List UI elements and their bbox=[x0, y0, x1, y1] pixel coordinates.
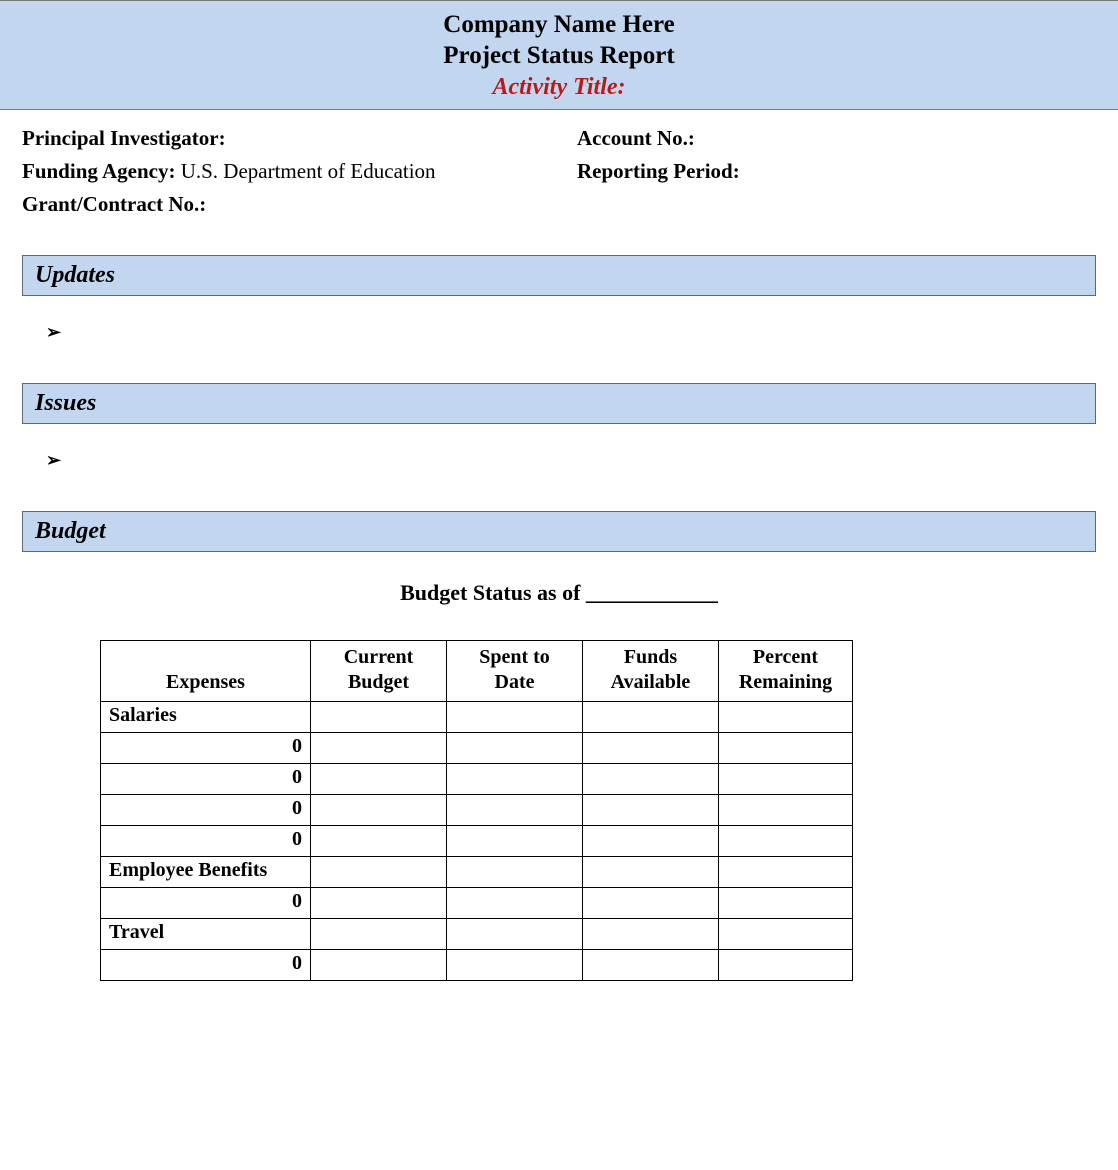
table-row: 0 bbox=[101, 825, 853, 856]
header-funds-available: FundsAvailable bbox=[583, 640, 719, 701]
budget-title: Budget bbox=[35, 518, 106, 544]
budget-table: Expenses CurrentBudget Spent toDate Fund… bbox=[100, 640, 853, 981]
account-no-label: Account No.: bbox=[577, 126, 695, 150]
table-row: 0 bbox=[101, 887, 853, 918]
header-percent-remaining: PercentRemaining bbox=[719, 640, 853, 701]
budget-cell[interactable] bbox=[447, 763, 583, 794]
principal-investigator-label: Principal Investigator: bbox=[22, 126, 226, 150]
budget-cell[interactable] bbox=[583, 918, 719, 949]
budget-cell[interactable] bbox=[311, 701, 447, 732]
budget-cell[interactable] bbox=[311, 732, 447, 763]
budget-status-line: Budget Status as of ____________ bbox=[0, 552, 1118, 616]
budget-cell[interactable] bbox=[447, 918, 583, 949]
updates-section-header: Updates bbox=[22, 255, 1096, 296]
table-row: 0 bbox=[101, 732, 853, 763]
report-title: Project Status Report bbox=[0, 40, 1118, 71]
budget-cell[interactable] bbox=[311, 918, 447, 949]
budget-cell[interactable] bbox=[583, 949, 719, 980]
budget-cell[interactable] bbox=[583, 856, 719, 887]
account-no-row: Account No.: bbox=[577, 126, 1096, 151]
table-row: 0 bbox=[101, 763, 853, 794]
arrow-bullet-icon: ➢ bbox=[46, 322, 61, 342]
budget-cell[interactable] bbox=[311, 949, 447, 980]
issues-section-header: Issues bbox=[22, 383, 1096, 424]
updates-title: Updates bbox=[35, 262, 115, 288]
reporting-period-row: Reporting Period: bbox=[577, 159, 1096, 184]
budget-cell[interactable] bbox=[719, 887, 853, 918]
budget-cell[interactable] bbox=[311, 887, 447, 918]
budget-cell[interactable] bbox=[583, 825, 719, 856]
header-current-budget: CurrentBudget bbox=[311, 640, 447, 701]
funding-agency-value[interactable]: U.S. Department of Education bbox=[181, 159, 436, 183]
budget-table-header-row: Expenses CurrentBudget Spent toDate Fund… bbox=[101, 640, 853, 701]
expense-label-cell[interactable]: 0 bbox=[101, 732, 311, 763]
table-row: 0 bbox=[101, 949, 853, 980]
table-row: Salaries bbox=[101, 701, 853, 732]
budget-cell[interactable] bbox=[719, 949, 853, 980]
budget-cell[interactable] bbox=[311, 825, 447, 856]
expense-label-cell[interactable]: Employee Benefits bbox=[101, 856, 311, 887]
budget-cell[interactable] bbox=[311, 763, 447, 794]
budget-cell[interactable] bbox=[583, 794, 719, 825]
budget-cell[interactable] bbox=[583, 732, 719, 763]
expense-label-cell[interactable]: 0 bbox=[101, 825, 311, 856]
info-block: Principal Investigator: Funding Agency: … bbox=[0, 110, 1118, 233]
budget-cell[interactable] bbox=[719, 856, 853, 887]
principal-investigator-row: Principal Investigator: bbox=[22, 126, 577, 151]
budget-cell[interactable] bbox=[447, 887, 583, 918]
document-header: Company Name Here Project Status Report … bbox=[0, 0, 1118, 110]
budget-cell[interactable] bbox=[311, 856, 447, 887]
funding-agency-label: Funding Agency: bbox=[22, 159, 175, 183]
grant-contract-label: Grant/Contract No.: bbox=[22, 192, 206, 216]
expense-label-cell[interactable]: 0 bbox=[101, 887, 311, 918]
budget-table-body: Salaries0000Employee Benefits0Travel0 bbox=[101, 701, 853, 980]
arrow-bullet-icon: ➢ bbox=[46, 450, 61, 470]
grant-contract-row: Grant/Contract No.: bbox=[22, 192, 577, 217]
budget-cell[interactable] bbox=[719, 763, 853, 794]
table-row: Employee Benefits bbox=[101, 856, 853, 887]
issues-title: Issues bbox=[35, 390, 96, 416]
updates-bullet-line[interactable]: ➢ bbox=[0, 296, 1118, 361]
budget-cell[interactable] bbox=[447, 825, 583, 856]
budget-cell[interactable] bbox=[719, 701, 853, 732]
activity-title-label: Activity Title: bbox=[0, 72, 1118, 103]
header-expenses: Expenses bbox=[101, 640, 311, 701]
budget-cell[interactable] bbox=[311, 794, 447, 825]
expense-label-cell[interactable]: 0 bbox=[101, 794, 311, 825]
budget-cell[interactable] bbox=[719, 794, 853, 825]
budget-cell[interactable] bbox=[719, 825, 853, 856]
funding-agency-row: Funding Agency: U.S. Department of Educa… bbox=[22, 159, 577, 184]
company-name: Company Name Here bbox=[0, 9, 1118, 40]
expense-label-cell[interactable]: Salaries bbox=[101, 701, 311, 732]
reporting-period-label: Reporting Period: bbox=[577, 159, 740, 183]
issues-bullet-line[interactable]: ➢ bbox=[0, 424, 1118, 489]
budget-cell[interactable] bbox=[447, 856, 583, 887]
table-row: 0 bbox=[101, 794, 853, 825]
budget-cell[interactable] bbox=[583, 887, 719, 918]
budget-cell[interactable] bbox=[719, 732, 853, 763]
budget-cell[interactable] bbox=[447, 794, 583, 825]
budget-status-label: Budget Status as of ____________ bbox=[400, 580, 718, 605]
budget-section-header: Budget bbox=[22, 511, 1096, 552]
expense-label-cell[interactable]: 0 bbox=[101, 949, 311, 980]
expense-label-cell[interactable]: 0 bbox=[101, 763, 311, 794]
table-row: Travel bbox=[101, 918, 853, 949]
budget-cell[interactable] bbox=[719, 918, 853, 949]
budget-cell[interactable] bbox=[447, 732, 583, 763]
budget-cell[interactable] bbox=[583, 701, 719, 732]
budget-cell[interactable] bbox=[447, 701, 583, 732]
header-spent-to-date: Spent toDate bbox=[447, 640, 583, 701]
budget-cell[interactable] bbox=[447, 949, 583, 980]
budget-cell[interactable] bbox=[583, 763, 719, 794]
expense-label-cell[interactable]: Travel bbox=[101, 918, 311, 949]
